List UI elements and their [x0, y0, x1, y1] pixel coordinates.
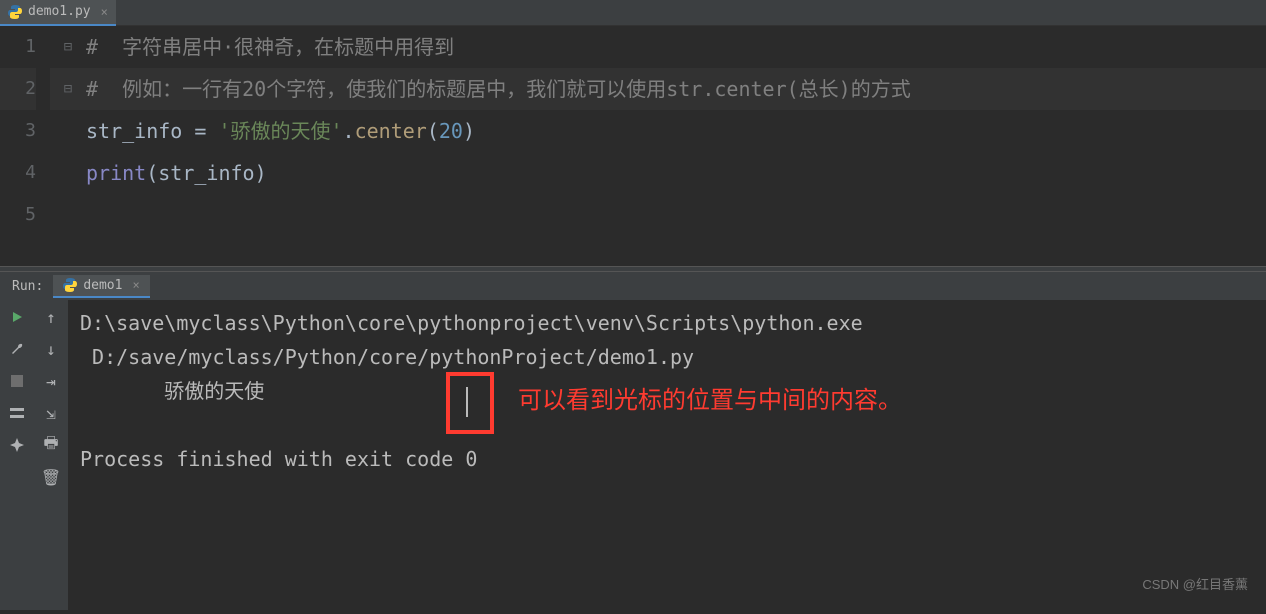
rerun-icon[interactable] — [8, 308, 26, 326]
wrench-icon[interactable] — [8, 340, 26, 358]
run-label: Run: — [12, 279, 43, 294]
line-gutter: 1 2 3 4 5 — [0, 26, 50, 266]
code-editor[interactable]: 1 2 3 4 5 ⊟ ⊟ # 字符串居中·很神奇，在标题中用得到 # 例如：一… — [0, 26, 1266, 266]
stop-icon[interactable] — [8, 372, 26, 390]
console-exit-line: Process finished with exit code 0 — [80, 442, 1254, 476]
pin-icon[interactable] — [8, 436, 26, 454]
console-output[interactable]: D:\save\myclass\Python\core\pythonprojec… — [68, 300, 1266, 610]
code-area[interactable]: # 字符串居中·很神奇，在标题中用得到 # 例如：一行有20个字符，使我们的标题… — [86, 26, 1266, 266]
close-icon[interactable]: × — [101, 5, 108, 19]
run-tab-label: demo1 — [83, 278, 122, 293]
run-tool-header: Run: demo1 × — [0, 272, 1266, 300]
run-tab[interactable]: demo1 × — [53, 275, 149, 298]
annotation-text: 可以看到光标的位置与中间的内容。 — [518, 384, 902, 418]
run-tool-column-right: ↑ ↓ ⇥ ⇲ 🖶 🗑 — [34, 300, 68, 610]
annotation-box — [446, 372, 494, 434]
text-cursor — [466, 387, 468, 417]
fold-column: ⊟ ⊟ — [50, 26, 86, 266]
up-arrow-icon[interactable]: ↑ — [42, 308, 60, 326]
editor-tab-bar: demo1.py × — [0, 0, 1266, 26]
layout-icon[interactable] — [8, 404, 26, 422]
file-tab-label: demo1.py — [28, 4, 91, 19]
down-arrow-icon[interactable]: ↓ — [42, 340, 60, 358]
file-tab[interactable]: demo1.py × — [0, 0, 116, 26]
run-panel: ↑ ↓ ⇥ ⇲ 🖶 🗑 D:\save\myclass\Python\core\… — [0, 300, 1266, 610]
soft-wrap-icon[interactable]: ⇥ — [42, 372, 60, 390]
console-line: D:\save\myclass\Python\core\pythonprojec… — [80, 306, 1254, 340]
scroll-icon[interactable]: ⇲ — [42, 404, 60, 422]
console-line: D:/save/myclass/Python/core/pythonProjec… — [80, 340, 1254, 374]
print-icon[interactable]: 🖶 — [42, 436, 60, 454]
trash-icon[interactable]: 🗑 — [42, 468, 60, 486]
python-run-icon — [63, 278, 77, 292]
watermark: CSDN @红目香薰 — [1142, 568, 1248, 602]
python-file-icon — [8, 5, 22, 19]
close-icon[interactable]: × — [132, 278, 139, 292]
run-tool-column-left — [0, 300, 34, 610]
